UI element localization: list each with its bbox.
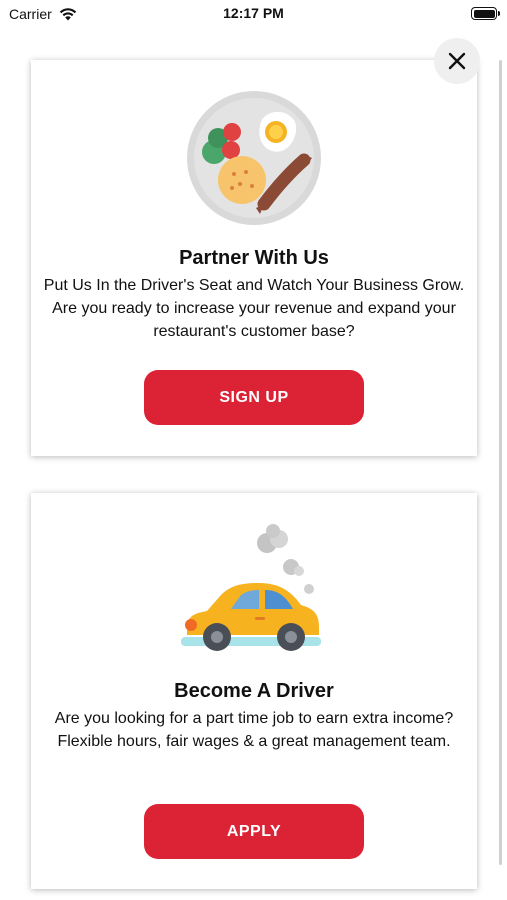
driver-card: Become A Driver Are you looking for a pa… bbox=[31, 493, 477, 889]
car-icon bbox=[181, 524, 321, 651]
card-description: Are you looking for a part time job to e… bbox=[54, 710, 454, 750]
close-icon bbox=[448, 52, 466, 70]
card-title: Become A Driver bbox=[174, 680, 334, 702]
status-bar: Carrier 12:17 PM bbox=[0, 0, 507, 30]
card-description: Put Us In the Driver's Seat and Watch Yo… bbox=[43, 277, 465, 340]
food-plate-icon bbox=[187, 91, 321, 225]
close-button[interactable] bbox=[434, 38, 480, 84]
card-title: Partner With Us bbox=[179, 247, 329, 269]
apply-button[interactable]: APPLY bbox=[144, 804, 364, 859]
partner-card: Partner With Us Put Us In the Driver's S… bbox=[31, 60, 477, 456]
status-time: 12:17 PM bbox=[223, 5, 284, 21]
battery-icon bbox=[471, 7, 500, 20]
scrollbar[interactable] bbox=[499, 60, 502, 865]
sign-up-button[interactable]: SIGN UP bbox=[144, 370, 364, 425]
